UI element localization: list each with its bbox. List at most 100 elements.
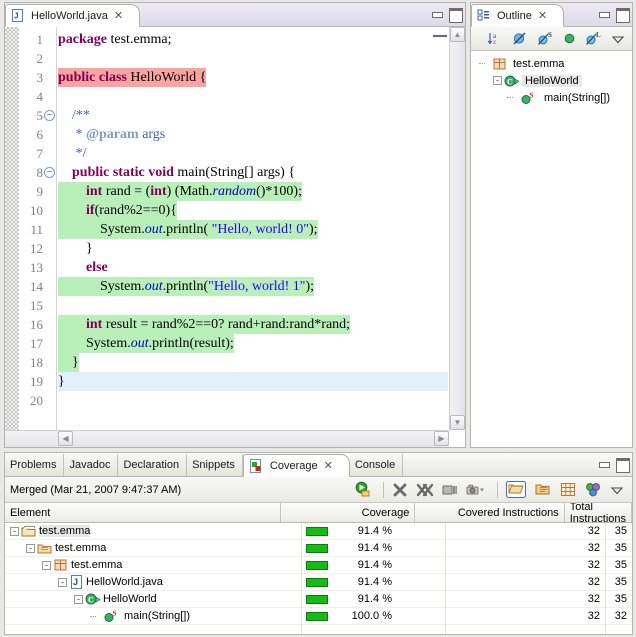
tree-expander-icon[interactable]: - [58,577,67,587]
annotation-ruler[interactable] [5,27,19,430]
code-line[interactable]: int result = rand%2==0? rand+rand:rand*r… [58,315,448,334]
code-line[interactable]: int rand = (int) (Math.random()*100); [58,182,448,201]
close-icon[interactable]: ✕ [538,9,547,22]
hide-nonpublic-icon[interactable] [563,31,576,46]
minimize-icon[interactable] [597,7,611,20]
code-line[interactable] [58,296,448,315]
cell-element[interactable]: - C HelloWorld [5,591,301,607]
column-header-element[interactable]: Element [5,503,281,522]
tab-snippets[interactable]: Snippets [187,454,243,476]
scroll-right-icon[interactable]: ▶ [434,431,449,446]
select-columns-icon[interactable] [560,482,576,497]
line-number: 8 [36,165,44,180]
fold-collapse-icon[interactable]: − [44,167,55,178]
code-line[interactable]: System.out.println(result); [58,334,448,353]
code-line[interactable] [58,87,448,106]
editor-horizontal-scrollbar[interactable]: ◀ ▶ [5,430,449,447]
code-line[interactable]: else [58,258,448,277]
code-line[interactable]: System.out.println("Hello, world! 1"); [58,277,448,296]
column-header-coverage[interactable]: Coverage [281,503,416,522]
tree-expander-icon[interactable]: - [10,526,19,536]
column-header-total-instructions[interactable]: Total Instructions [565,503,632,525]
scroll-down-icon[interactable]: ▼ [450,415,465,430]
tab-coverage[interactable]: Coverage ✕ [242,454,350,477]
code-line[interactable]: * @param args [58,125,448,144]
tree-expander-icon[interactable]: - [42,560,51,570]
tree-expander-icon[interactable]: - [493,76,502,85]
minimize-icon[interactable] [597,457,611,470]
sort-icon[interactable]: az [487,31,503,46]
table-row[interactable]: - test.emma 91.4 % 32 35 [5,523,632,540]
coverage-preferences-icon[interactable] [584,482,602,497]
outline-tree[interactable]: test.emma - C HelloWorld Smain(String[]) [471,51,632,447]
maximize-icon[interactable] [615,457,630,473]
code-line[interactable]: package test.emma; [58,30,448,49]
export-session-icon[interactable] [534,482,552,497]
close-icon[interactable]: ✕ [114,9,123,22]
code-line[interactable]: } [58,239,448,258]
snapshot-icon[interactable] [466,483,486,497]
coverage-rows[interactable]: - test.emma 91.4 % 32 35- test.emma 91.4 % 32 35… [5,523,632,625]
table-row[interactable]: - C HelloWorld 91.4 % 32 35 [5,591,632,608]
table-row[interactable]: - J HelloWorld.java 91.4 % 32 35 [5,574,632,591]
tab-declaration[interactable]: Declaration [118,454,188,476]
code-line[interactable]: /** [58,106,448,125]
maximize-icon[interactable] [448,7,463,23]
outline-item-main-string[interactable]: Smain(String[]) [471,89,632,106]
code-line[interactable]: System.out.println( "Hello, world! 0"); [58,220,448,239]
code-line[interactable] [58,391,448,410]
table-row[interactable]: - test.emma 91.4 % 32 35 [5,557,632,574]
remove-all-sessions-icon[interactable] [416,482,434,498]
source-lines[interactable]: package test.emma; public class HelloWor… [58,27,448,430]
fold-collapse-icon[interactable]: − [44,110,55,121]
line-number: 13 [30,260,43,275]
code-line[interactable]: public class HelloWorld { [58,68,448,87]
outline-item-helloworld[interactable]: - C HelloWorld [471,72,632,89]
hide-local-icon[interactable]: L [585,31,602,46]
column-separator [301,523,302,634]
cell-element[interactable]: - test.emma [5,557,301,573]
overview-ruler-marker[interactable] [433,35,447,37]
hide-static-icon[interactable]: S [537,31,554,46]
remove-session-icon[interactable] [392,482,408,498]
table-row[interactable]: - test.emma 91.4 % 32 35 [5,540,632,557]
refresh-coverage-icon[interactable] [354,481,372,498]
code-line[interactable]: } [58,353,448,372]
outline-item-test-emma[interactable]: test.emma [471,55,632,72]
tab-label: Problems [10,459,57,471]
tree-expander-icon[interactable]: - [74,594,83,604]
tab-problems[interactable]: Problems [5,454,65,476]
coverage-percent: 100.0 % [351,610,392,622]
code-line[interactable]: */ [58,144,448,163]
maximize-icon[interactable] [615,7,630,23]
minimize-icon[interactable] [430,7,444,20]
hide-fields-icon[interactable] [512,31,528,46]
cell-element[interactable]: Smain(String[]) [5,608,301,624]
view-menu-icon[interactable] [611,32,625,46]
view-menu-icon[interactable] [610,483,624,497]
code-line[interactable]: if(rand%2==0){ [58,201,448,220]
code-line[interactable]: } [58,372,448,391]
close-icon[interactable]: ✕ [324,459,333,472]
cell-total-instructions: 35 [614,559,627,571]
code-area[interactable]: 1 2 3 4 5−6 7 8−9 10 11 12 13 14 15 16 17 18 19 20 packag… [5,27,465,447]
import-session-icon[interactable] [506,481,526,498]
tree-expander-icon[interactable]: - [26,543,35,553]
cell-element[interactable]: - J HelloWorld.java [5,574,301,590]
column-header-covered-instructions[interactable]: Covered Instructions [415,503,565,522]
cell-element[interactable]: - test.emma [5,540,301,556]
scroll-left-icon[interactable]: ◀ [58,431,73,446]
scroll-up-icon[interactable]: ▲ [450,27,465,42]
code-text: System.out.println( "Hello, world! 0"); [58,220,318,239]
code-line[interactable] [58,49,448,68]
tab-javadoc[interactable]: Javadoc [64,454,119,476]
outline-tab[interactable]: Outline ✕ [471,4,565,27]
table-row[interactable]: Smain(String[]) 100.0 % 32 32 [5,608,632,625]
code-line[interactable]: public static void main(String[] args) { [58,163,448,182]
merge-sessions-icon[interactable] [442,483,458,497]
editor-tab-helloworld-java[interactable]: J HelloWorld.java ✕ [5,4,141,27]
tab-console[interactable]: Console [349,454,404,476]
coverage-table[interactable]: Element Coverage Covered Instructions To… [5,503,632,634]
cell-element[interactable]: - test.emma [5,523,301,539]
editor-vertical-scrollbar[interactable]: ▲ ▼ [449,27,465,430]
